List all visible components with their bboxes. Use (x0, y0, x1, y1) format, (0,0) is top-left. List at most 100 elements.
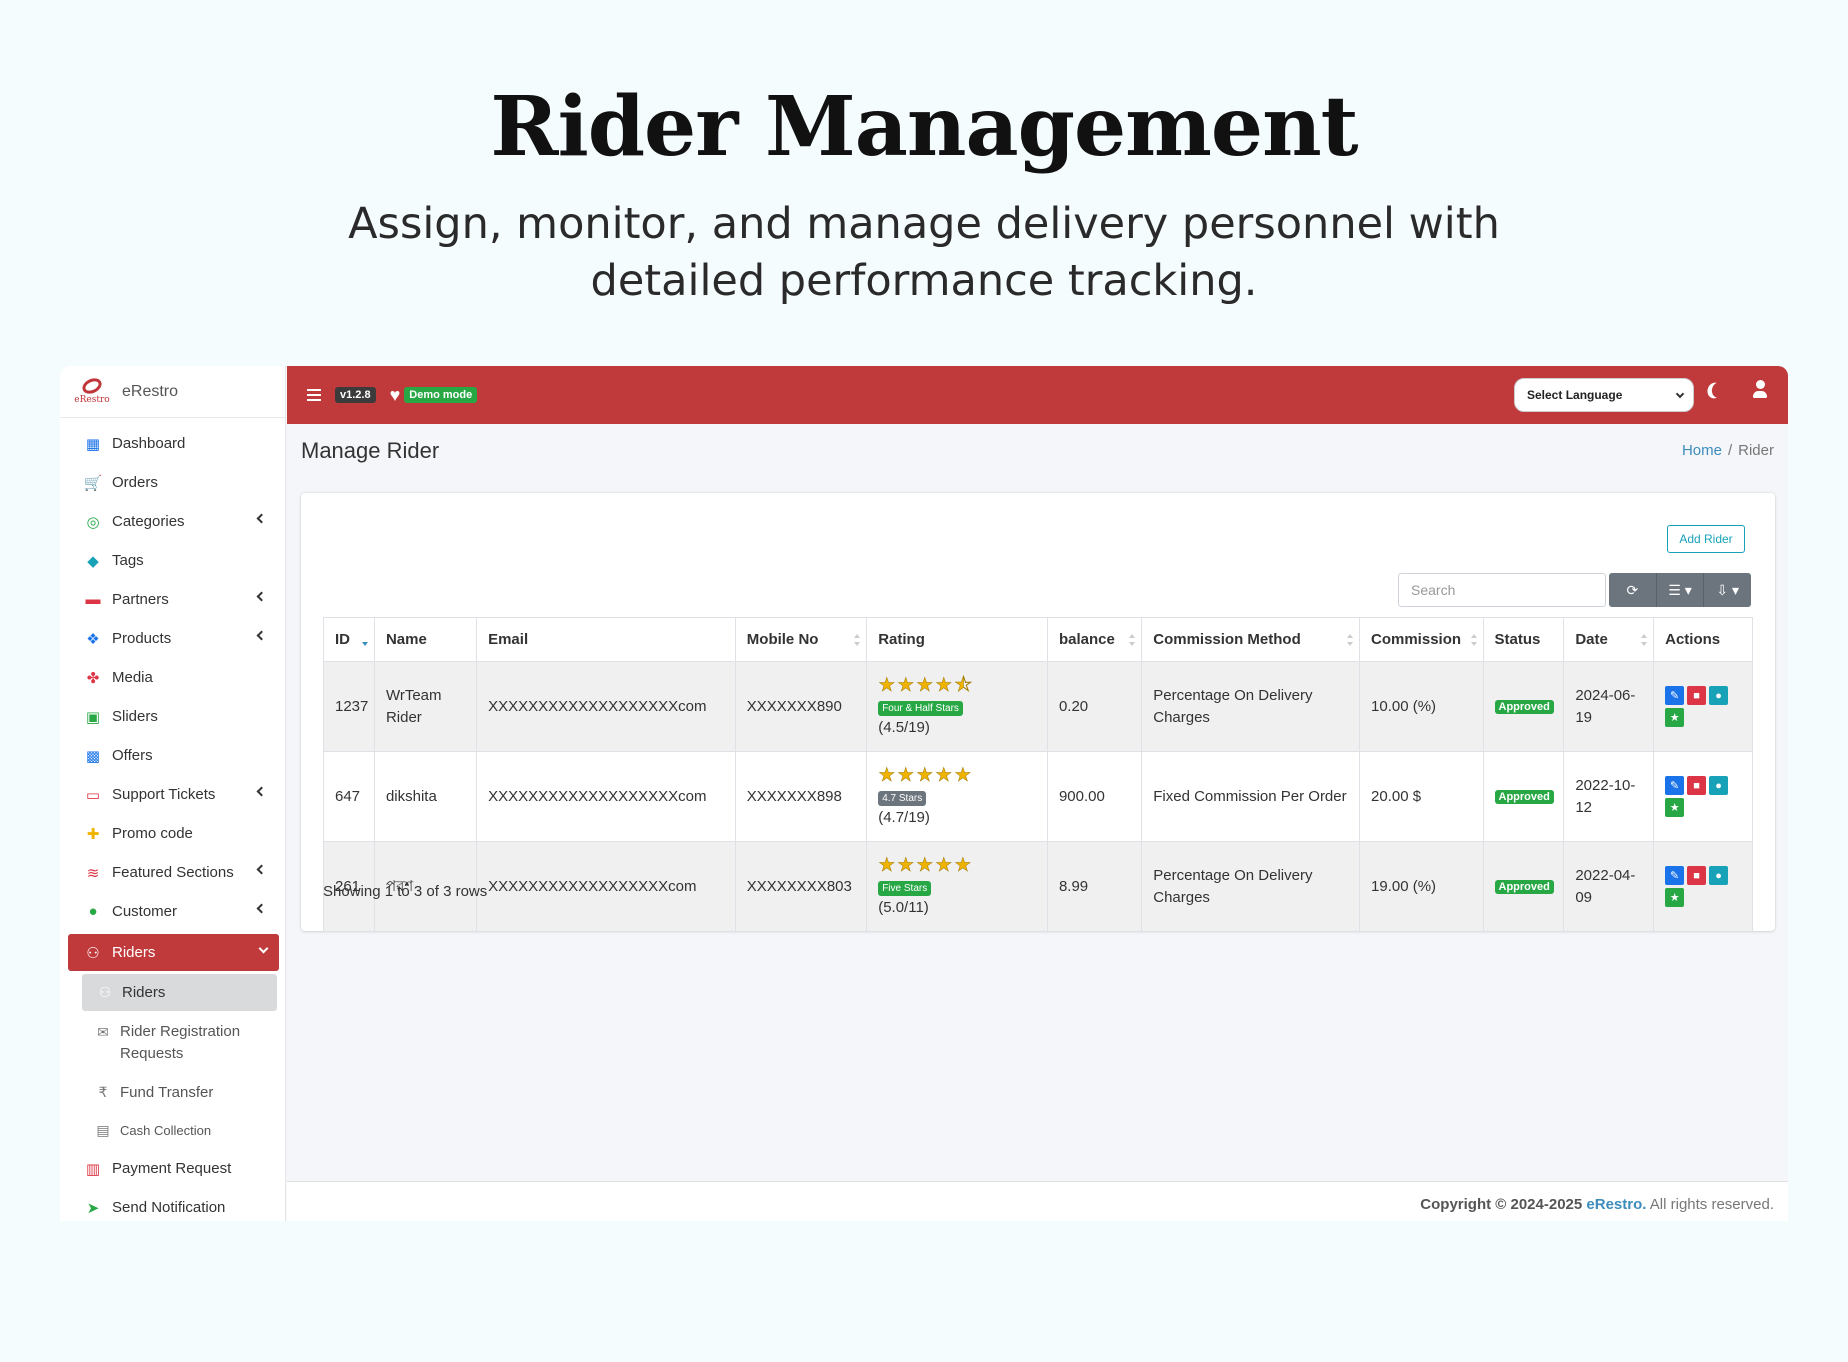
copyright-text: Copyright © 2024-2025 eRestro. All right… (1420, 1196, 1774, 1213)
sidebar-item-products[interactable]: ❖ Products (60, 619, 285, 658)
cell-rating: ★★★★★ 4.7 Stars (4.7/19) (866, 751, 1048, 842)
sidebar-item-featured-sections[interactable]: ≋ Featured Sections (60, 853, 285, 892)
column-header-commission[interactable]: Commission (1359, 617, 1484, 662)
add-rider-button[interactable]: Add Rider (1667, 525, 1745, 553)
sidebar-subitem-rider-registration[interactable]: ✉ Rider Registration Requests (60, 1011, 285, 1073)
column-header-actions: Actions (1653, 617, 1753, 662)
star-icon[interactable]: ★ (1665, 708, 1685, 727)
view-icon[interactable]: ● (1709, 686, 1729, 705)
view-icon[interactable]: ● (1709, 776, 1729, 795)
star-icon[interactable]: ★ (1665, 888, 1685, 907)
motorcycle-icon: ⚇ (86, 944, 100, 962)
refresh-icon[interactable]: ⟳ (1609, 573, 1657, 607)
heart-pulse-icon: ♥ (389, 384, 401, 405)
sidebar-item-send-notification[interactable]: ➤ Send Notification (60, 1188, 285, 1221)
sidebar-item-promo-code[interactable]: ✚ Promo code (60, 814, 285, 853)
cell-status: Approved (1482, 751, 1565, 842)
brand[interactable]: eRestro eRestro (60, 366, 285, 418)
star-rating-icon: ★★★★★ (878, 764, 974, 786)
sidebar-item-offers[interactable]: ▩ Offers (60, 736, 285, 775)
cell-status: Approved (1482, 841, 1565, 932)
column-header-date[interactable]: Date (1563, 617, 1655, 662)
user-icon[interactable] (1752, 380, 1768, 400)
tag-icon: ◆ (87, 552, 99, 570)
sidebar-subitem-riders[interactable]: ⚇ Riders (82, 974, 277, 1011)
sidebar-item-categories[interactable]: ◎ Categories (60, 502, 285, 541)
edit-icon[interactable]: ✎ (1665, 686, 1685, 705)
layers-icon: ≋ (86, 864, 100, 882)
cell-email: XXXXXXXXXXXXXXXXXXcom (476, 841, 736, 932)
cell-id: 1237 (323, 661, 375, 752)
table-header-row: ID Name Email Mobile No Rating balance C… (323, 617, 1753, 662)
table-row: 647 dikshita XXXXXXXXXXXXXXXXXXXcom XXXX… (323, 751, 1753, 842)
money-bill-icon: ▥ (85, 1160, 101, 1178)
column-header-commission-method[interactable]: Commission Method (1141, 617, 1361, 662)
sidebar-item-sliders[interactable]: ▣ Sliders (60, 697, 285, 736)
target-icon: ◎ (86, 513, 100, 531)
view-icon[interactable]: ● (1709, 866, 1729, 885)
cell-mobile: XXXXXXX898 (734, 751, 868, 842)
cell-date: 2024-06-19 (1563, 661, 1655, 752)
cell-commission-method: Percentage On Delivery Charges (1141, 841, 1361, 932)
edit-icon[interactable]: ✎ (1665, 776, 1685, 795)
cell-name: dikshita (373, 751, 478, 842)
app-window: eRestro eRestro ▦ Dashboard 🛒 Orders ◎ C… (60, 366, 1788, 1221)
column-header-mobile[interactable]: Mobile No (734, 617, 868, 662)
menu-icon[interactable] (307, 389, 321, 401)
column-header-balance[interactable]: balance (1046, 617, 1143, 662)
sidebar-item-customer[interactable]: ● Customer (60, 892, 285, 931)
export-icon[interactable]: ⇩ ▾ (1704, 573, 1751, 607)
pagination-summary: Showing 1 to 3 of 3 rows (323, 883, 488, 900)
search-input[interactable]: Search (1398, 573, 1606, 607)
sidebar-item-dashboard[interactable]: ▦ Dashboard (60, 424, 285, 463)
sidebar-item-media[interactable]: ✤ Media (60, 658, 285, 697)
sidebar-item-riders[interactable]: ⚇ Riders (68, 934, 279, 971)
riders-card: Add Rider Search ⟳ ☰ ▾ ⇩ ▾ ID Name Email… (301, 493, 1775, 932)
sidebar-item-orders[interactable]: 🛒 Orders (60, 463, 285, 502)
cell-balance: 0.20 (1046, 661, 1143, 752)
sidebar-item-payment-request[interactable]: ▥ Payment Request (60, 1149, 285, 1188)
columns-toggle-icon[interactable]: ☰ ▾ (1657, 573, 1705, 607)
cell-rating: ★★★★★ Five Stars (5.0/11) (866, 841, 1048, 932)
rupee-icon: ₹ (98, 1083, 108, 1100)
rating-value: (5.0/11) (878, 898, 929, 916)
column-header-status: Status (1482, 617, 1565, 662)
sidebar-subitem-fund-transfer[interactable]: ₹ Fund Transfer (60, 1073, 285, 1111)
trash-icon[interactable]: ■ (1687, 866, 1707, 885)
ticket-icon: ▭ (85, 786, 101, 804)
cell-date: 2022-10-12 (1563, 751, 1655, 842)
column-header-name: Name (373, 617, 478, 662)
moon-icon[interactable] (1710, 380, 1729, 400)
sidebar-nav: ▦ Dashboard 🛒 Orders ◎ Categories ◆ Tags… (60, 418, 285, 1221)
status-badge: Approved (1494, 880, 1554, 894)
chevron-left-icon (256, 903, 267, 914)
column-header-id[interactable]: ID (323, 617, 375, 662)
cell-email: XXXXXXXXXXXXXXXXXXXcom (476, 751, 736, 842)
star-icon[interactable]: ★ (1665, 798, 1685, 817)
edit-icon[interactable]: ✎ (1665, 866, 1685, 885)
cell-commission: 20.00 $ (1359, 751, 1484, 842)
version-badge: v1.2.8 (335, 387, 376, 403)
chevron-left-icon (256, 864, 267, 875)
sidebar-item-tags[interactable]: ◆ Tags (60, 541, 285, 580)
cell-commission-method: Percentage On Delivery Charges (1141, 661, 1361, 752)
sidebar: eRestro eRestro ▦ Dashboard 🛒 Orders ◎ C… (60, 366, 286, 1221)
sidebar-item-support-tickets[interactable]: ▭ Support Tickets (60, 775, 285, 814)
demo-mode-badge: Demo mode (404, 387, 478, 403)
trash-icon[interactable]: ■ (1687, 686, 1707, 705)
chevron-left-icon (256, 630, 267, 641)
user-icon: ● (88, 903, 98, 920)
chevron-left-icon (256, 591, 267, 602)
sidebar-subitem-cash-collection[interactable]: ▤ Cash Collection (60, 1111, 285, 1149)
table-row: 261 পরশ XXXXXXXXXXXXXXXXXXcom XXXXXXXX80… (323, 841, 1753, 932)
table-toolbar: ⟳ ☰ ▾ ⇩ ▾ (1609, 573, 1751, 607)
cell-commission: 19.00 (%) (1359, 841, 1484, 932)
sidebar-item-partners[interactable]: ▬ Partners (60, 580, 285, 619)
paper-plane-icon: ➤ (86, 1199, 100, 1217)
trash-icon[interactable]: ■ (1687, 776, 1707, 795)
footer-brand-link[interactable]: eRestro. (1586, 1196, 1646, 1213)
column-header-rating: Rating (866, 617, 1048, 662)
money-icon: ▤ (96, 1121, 110, 1138)
language-select[interactable]: Select Language (1514, 378, 1694, 412)
breadcrumb-home-link[interactable]: Home (1682, 442, 1722, 459)
